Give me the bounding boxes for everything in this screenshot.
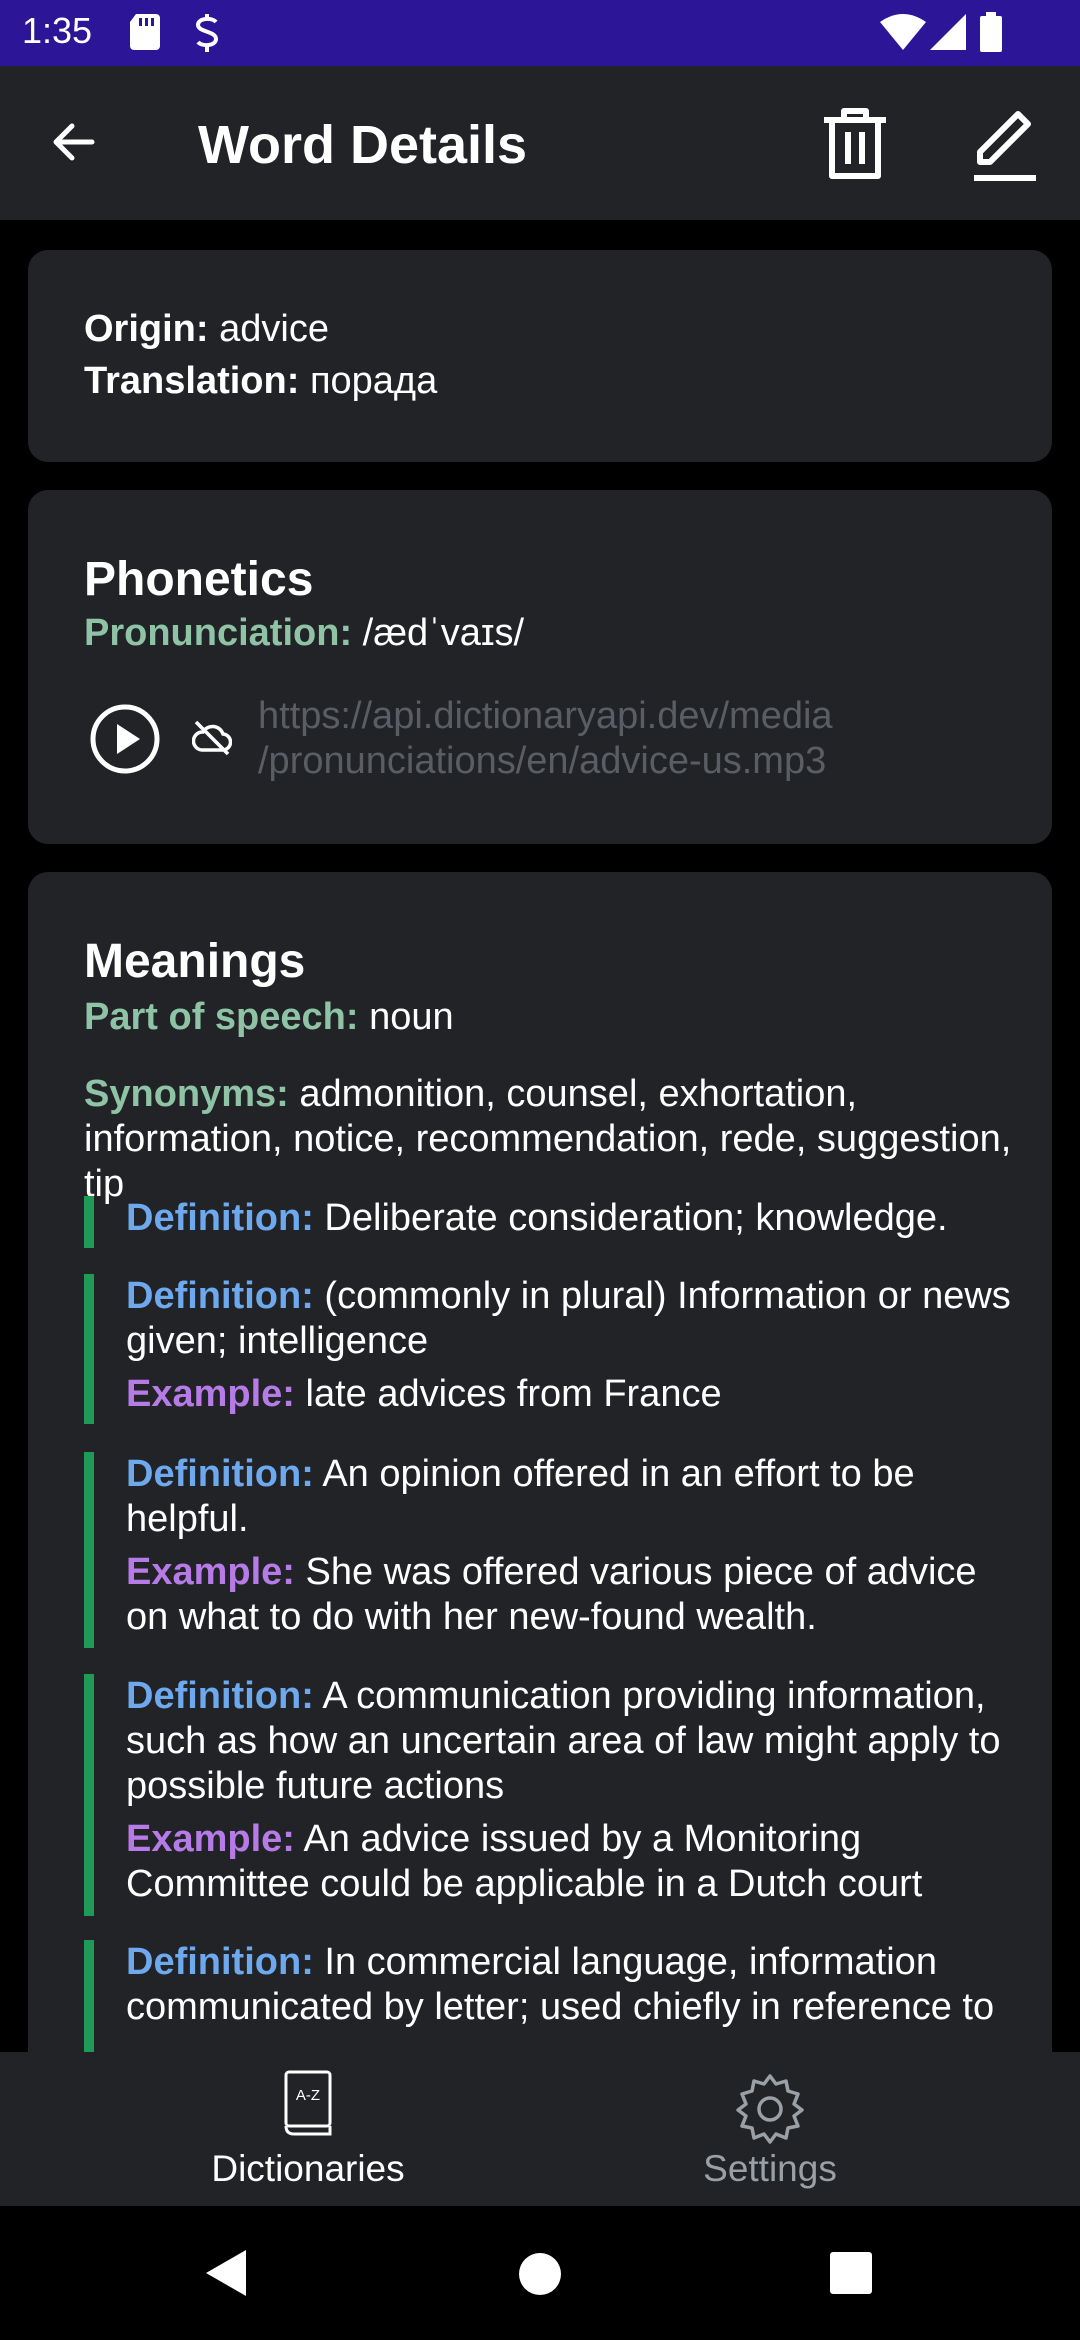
definition-label: Definition: (126, 1275, 314, 1317)
system-recents-icon[interactable] (830, 2252, 872, 2294)
definition-text: Deliberate consideration; knowledge. (324, 1197, 948, 1239)
cell-signal-icon (930, 14, 966, 50)
definition-item: Definition: An opinion offered in an eff… (84, 1452, 1054, 1648)
nav-label-settings: Settings (703, 2148, 837, 2189)
origin-label: Origin: (84, 308, 209, 350)
example-label: Example: (126, 1551, 295, 1593)
example-label: Example: (126, 1818, 295, 1860)
dictionary-az-icon: A-Z (284, 2070, 332, 2136)
cloud-off-icon (192, 720, 232, 756)
definition-label: Definition: (126, 1941, 314, 1983)
origin-row: Origin: advice (84, 308, 329, 351)
system-navigation-bar (0, 2206, 1080, 2340)
app-bar: Word Details (0, 66, 1080, 220)
definition-item: Definition: Deliberate consideration; kn… (84, 1196, 1054, 1248)
definition-item: Definition: In commercial language, info… (84, 1940, 1054, 2052)
translation-label: Translation: (84, 360, 300, 402)
system-home-icon[interactable] (518, 2252, 562, 2296)
page-title: Word Details (198, 115, 528, 175)
audio-url: https://api.dictionaryapi.dev/media /pro… (258, 694, 833, 784)
part-of-speech-row: Part of speech: noun (84, 996, 454, 1039)
synonyms-row: Synonyms: admonition, counsel, exhortati… (84, 1072, 1014, 1207)
nav-label-dictionaries: Dictionaries (211, 2148, 405, 2189)
phonetics-heading: Phonetics (84, 553, 314, 606)
audio-url-line2: /pronunciations/en/advice-us.mp3 (258, 740, 827, 782)
pronunciation-row: Pronunciation: /ædˈvaɪs/ (84, 612, 524, 655)
word-details-content[interactable]: Origin: advice Translation: порада Phone… (0, 220, 1080, 2052)
example-text: late advices from France (305, 1373, 722, 1415)
back-arrow-icon[interactable] (48, 116, 100, 168)
example-label: Example: (126, 1373, 295, 1415)
pronunciation-value: /ædˈvaɪs/ (362, 612, 525, 654)
nav-item-dictionaries[interactable]: A-Z Dictionaries (38, 2052, 578, 2206)
definition-label: Definition: (126, 1453, 314, 1495)
nav-item-settings[interactable]: Settings (500, 2052, 1040, 2206)
meanings-card: Meanings Part of speech: noun Synonyms: … (28, 872, 1052, 2052)
phonetics-card: Phonetics Pronunciation: /ædˈvaɪs/ https… (28, 490, 1052, 844)
pronunciation-label: Pronunciation: (84, 612, 353, 654)
synonyms-label: Synonyms: (84, 1073, 289, 1115)
translation-value: порада (309, 360, 438, 402)
audio-url-line1: https://api.dictionaryapi.dev/media (258, 695, 833, 737)
play-audio-icon[interactable] (88, 702, 162, 776)
part-of-speech-value: noun (369, 996, 454, 1038)
wifi-icon (880, 14, 926, 50)
definition-label: Definition: (126, 1197, 314, 1239)
definition-item: Definition: A communication providing in… (84, 1674, 1054, 1916)
system-back-icon[interactable] (204, 2248, 248, 2298)
origin-value: advice (219, 308, 329, 350)
part-of-speech-label: Part of speech: (84, 996, 359, 1038)
edit-pencil-icon[interactable] (972, 106, 1038, 182)
sync-s-icon (195, 14, 219, 52)
status-bar: 1:35 (0, 0, 1080, 66)
origin-card: Origin: advice Translation: порада (28, 250, 1052, 462)
svg-text:A-Z: A-Z (296, 2087, 320, 2104)
bottom-navigation: A-Z Dictionaries Settings (0, 2052, 1080, 2206)
meanings-heading: Meanings (84, 935, 306, 988)
delete-trash-icon[interactable] (820, 106, 890, 182)
definition-label: Definition: (126, 1675, 314, 1717)
status-time: 1:35 (22, 10, 93, 51)
gear-icon (736, 2074, 804, 2144)
sd-card-icon (130, 14, 160, 50)
definition-item: Definition: (commonly in plural) Informa… (84, 1274, 1054, 1424)
battery-icon (980, 12, 1002, 52)
translation-row: Translation: порада (84, 360, 437, 403)
